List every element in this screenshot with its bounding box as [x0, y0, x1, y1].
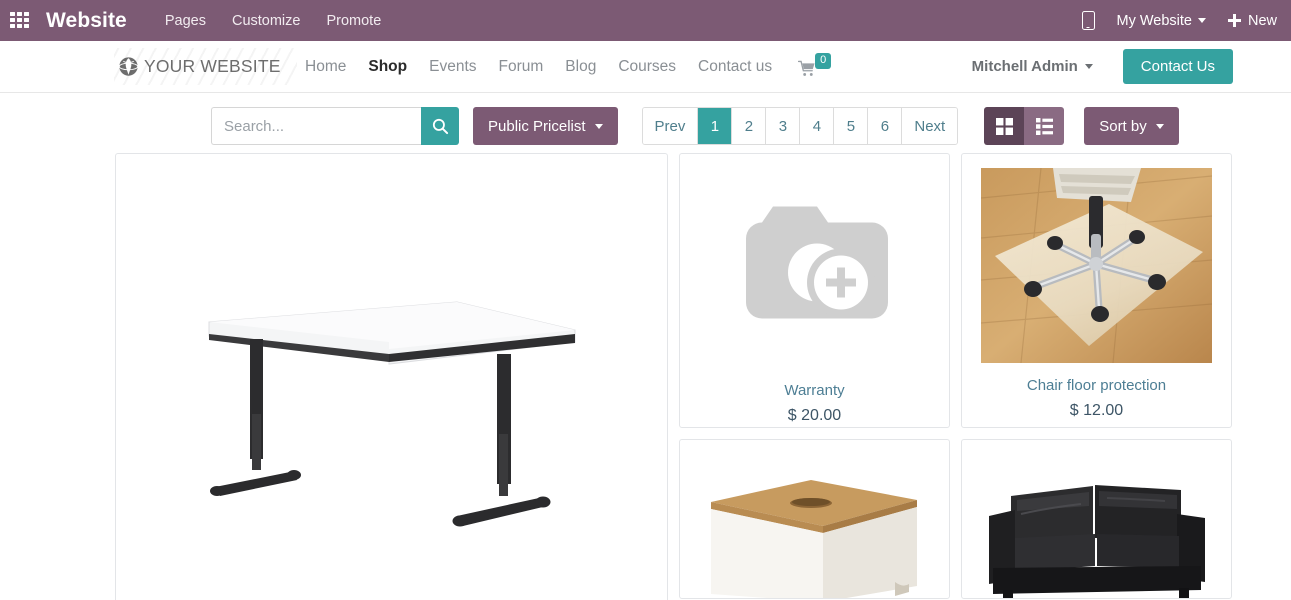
chair-floor-mat-image: [981, 168, 1212, 363]
product-card-desk[interactable]: [115, 153, 668, 600]
pagination-page-1[interactable]: 1: [698, 108, 733, 144]
nav-item-blog[interactable]: Blog: [565, 58, 596, 76]
new-button-label: New: [1247, 12, 1277, 29]
site-navigation: Home Shop Events Forum Blog Courses Cont…: [305, 58, 772, 76]
list-view-button[interactable]: [1024, 107, 1065, 145]
search-button[interactable]: [421, 107, 459, 145]
pagination: Prev 1 2 3 4 5 6 Next: [641, 107, 959, 145]
black-leather-sofa-image: [981, 454, 1212, 598]
app-name[interactable]: Website: [46, 9, 127, 33]
product-image-box: [680, 154, 949, 372]
product-title[interactable]: Chair floor protection: [1027, 377, 1166, 394]
plus-icon: [1227, 14, 1241, 27]
menu-item-promote[interactable]: Promote: [326, 13, 381, 29]
pagination-next[interactable]: Next: [902, 108, 958, 144]
storage-bench-image: [699, 454, 930, 598]
pagination-page-4[interactable]: 4: [800, 108, 835, 144]
backend-menu: Pages Customize Promote: [165, 13, 381, 29]
website-selector-label: My Website: [1116, 12, 1192, 29]
product-row-1: Warranty $ 20.00 Chair floor protection …: [679, 153, 1232, 428]
sort-by-dropdown[interactable]: Sort by: [1084, 107, 1179, 145]
menu-item-pages[interactable]: Pages: [165, 13, 206, 29]
apps-grid-icon[interactable]: [10, 11, 32, 30]
site-logo-text: YOUR WEBSITE: [144, 56, 281, 76]
product-row-2: [679, 439, 1232, 599]
product-card-storage-bench[interactable]: [679, 439, 950, 599]
pricelist-dropdown[interactable]: Public Pricelist: [473, 107, 618, 145]
product-price: $ 12.00: [1069, 402, 1124, 419]
website-header: YOUR WEBSITE Home Shop Events Forum Blog…: [0, 41, 1291, 93]
product-image-box: [680, 440, 949, 598]
chevron-down-icon: [1155, 123, 1164, 129]
pricelist-label: Public Pricelist: [488, 117, 586, 135]
search-group: [211, 107, 459, 145]
product-title[interactable]: Warranty: [784, 382, 844, 399]
nav-item-contact-us[interactable]: Contact us: [698, 58, 772, 76]
grid-view-icon: [995, 117, 1013, 135]
pagination-page-2[interactable]: 2: [732, 108, 767, 144]
sort-by-label: Sort by: [1099, 117, 1147, 135]
chevron-down-icon: [1084, 64, 1093, 69]
topbar-right-group: My Website New: [1081, 11, 1277, 30]
cart-button[interactable]: 0: [798, 52, 832, 77]
product-image-box: [962, 440, 1231, 598]
product-grid: Warranty $ 20.00 Chair floor protection …: [0, 147, 1291, 600]
pagination-page-5[interactable]: 5: [834, 108, 869, 144]
globe-icon: [118, 57, 139, 76]
new-button[interactable]: New: [1227, 12, 1277, 29]
pagination-prev[interactable]: Prev: [642, 108, 699, 144]
mobile-phone-icon[interactable]: [1081, 11, 1095, 30]
product-grid-column-left: [115, 153, 668, 600]
nav-item-home[interactable]: Home: [305, 58, 346, 76]
grid-view-button[interactable]: [984, 107, 1025, 145]
product-price: $ 20.00: [787, 407, 842, 424]
chevron-down-icon: [594, 123, 603, 129]
chevron-down-icon: [1197, 18, 1206, 23]
nav-item-shop[interactable]: Shop: [368, 58, 407, 76]
product-grid-column-right: Warranty $ 20.00 Chair floor protection …: [679, 153, 1232, 599]
nav-item-forum[interactable]: Forum: [499, 58, 544, 76]
image-placeholder-icon: [745, 206, 888, 319]
search-icon: [432, 118, 448, 134]
shop-toolbar: Public Pricelist Prev 1 2 3 4 5 6 Next: [0, 93, 1291, 147]
site-logo[interactable]: YOUR WEBSITE: [114, 48, 297, 85]
user-menu[interactable]: Mitchell Admin: [972, 58, 1093, 75]
list-view-icon: [1035, 117, 1053, 135]
contact-us-button[interactable]: Contact Us: [1122, 49, 1233, 84]
product-card-warranty[interactable]: Warranty $ 20.00: [679, 153, 950, 428]
nav-item-courses[interactable]: Courses: [618, 58, 676, 76]
view-toggle-group: [984, 107, 1065, 145]
product-image-box: [962, 154, 1231, 367]
search-input[interactable]: [211, 107, 421, 145]
odoo-top-bar: Website Pages Customize Promote My Websi…: [0, 0, 1291, 41]
user-name-label: Mitchell Admin: [971, 58, 1078, 75]
menu-item-customize[interactable]: Customize: [232, 13, 301, 29]
product-card-sofa[interactable]: [961, 439, 1232, 599]
website-selector[interactable]: My Website: [1117, 13, 1206, 29]
cart-count-badge: 0: [815, 52, 832, 69]
pagination-page-3[interactable]: 3: [766, 108, 801, 144]
nav-item-events[interactable]: Events: [429, 58, 476, 76]
corner-desk-image: [156, 244, 627, 574]
product-card-chair-floor-protection[interactable]: Chair floor protection $ 12.00: [961, 153, 1232, 428]
pagination-page-6[interactable]: 6: [868, 108, 903, 144]
